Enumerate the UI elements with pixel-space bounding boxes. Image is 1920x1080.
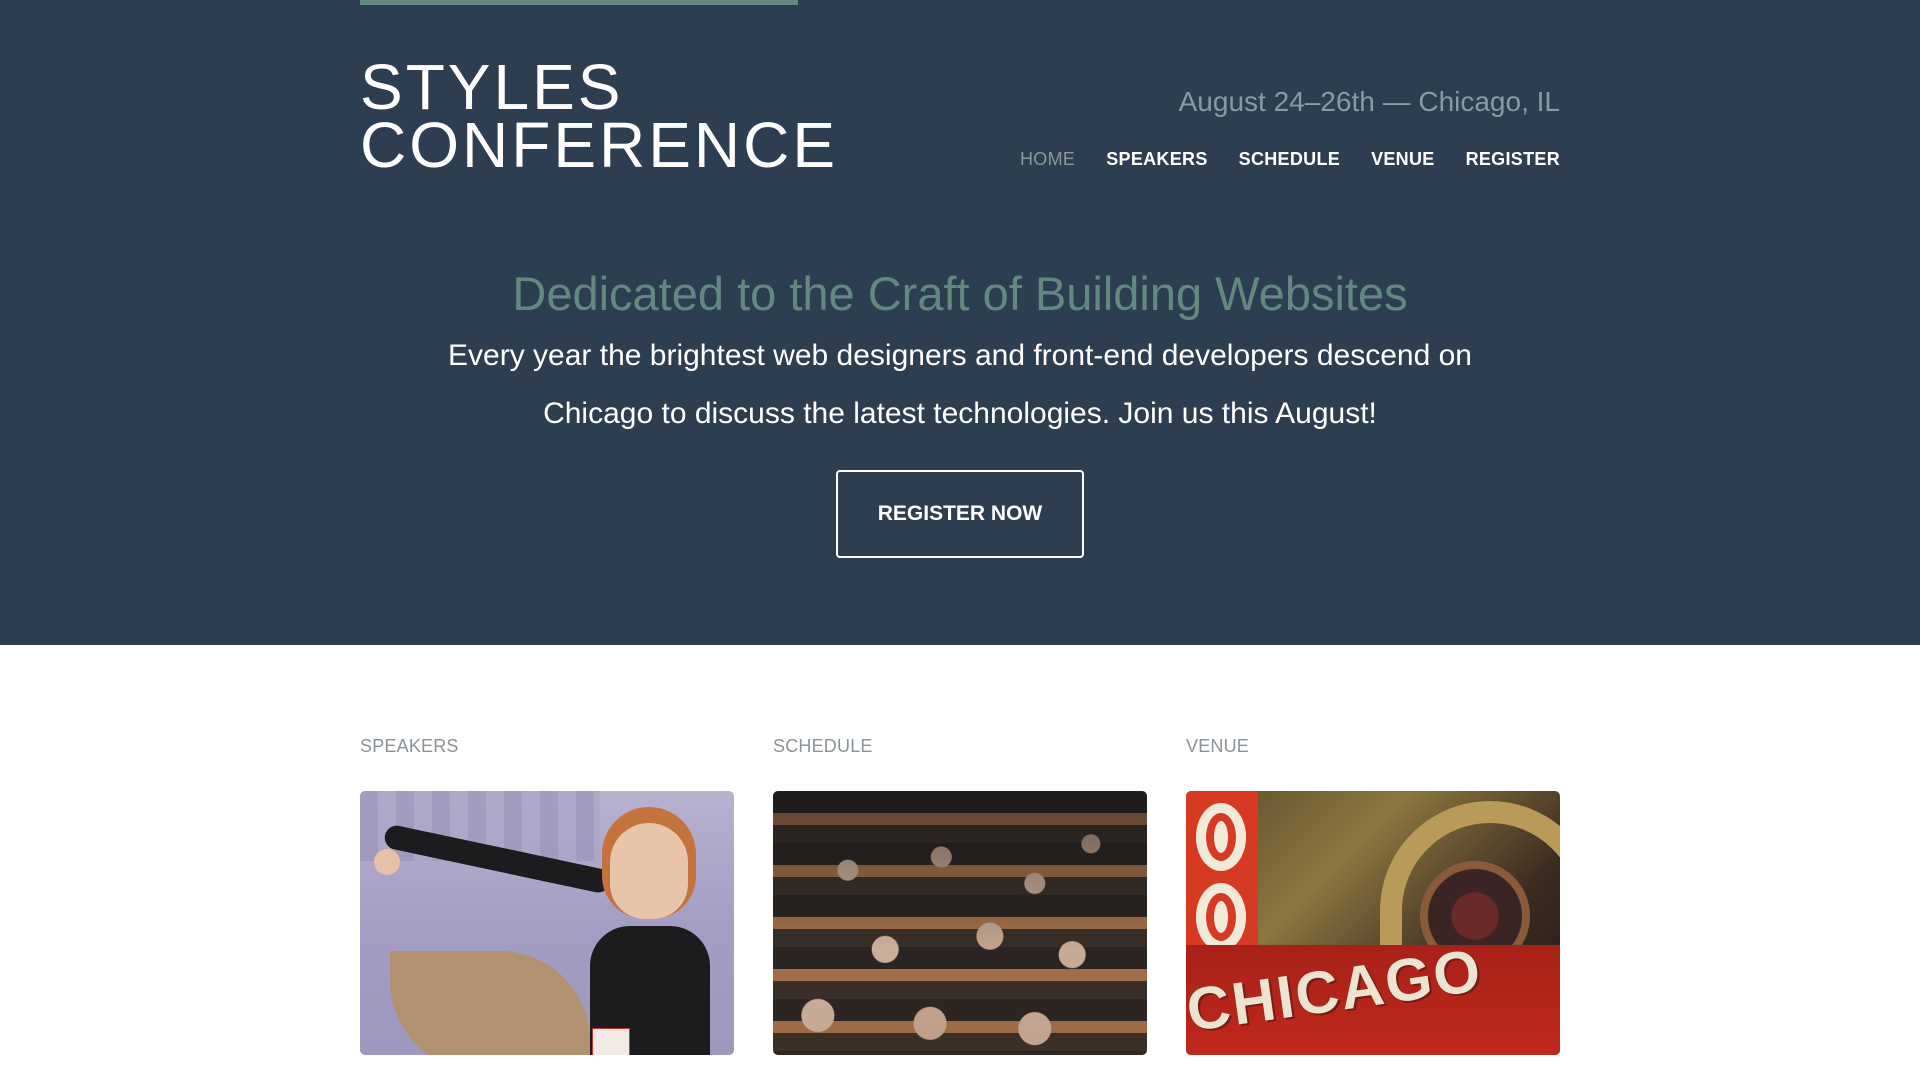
primary-nav: HOME SPEAKERS SCHEDULE VENUE REGISTER	[1020, 149, 1560, 170]
audience-tint	[773, 791, 1147, 1055]
logo-line-1: STYLES	[360, 51, 624, 123]
event-date-location: August 24–26th — Chicago, IL	[1178, 86, 1560, 117]
sign-letter-o	[1196, 883, 1246, 951]
teaser-venue[interactable]: VENUE CHICAGO	[1186, 736, 1560, 1055]
speaker-hand	[374, 849, 400, 875]
nav-item-speakers[interactable]: SPEAKERS	[1106, 149, 1207, 170]
teaser-label-speakers: SPEAKERS	[360, 736, 459, 756]
hero-section: STYLES CONFERENCE August 24–26th — Chica…	[0, 0, 1920, 645]
speaker-shadow	[390, 951, 590, 1055]
venue-image[interactable]: CHICAGO	[1186, 791, 1560, 1055]
teaser-label-schedule: SCHEDULE	[773, 736, 873, 756]
nav-item-schedule[interactable]: SCHEDULE	[1239, 149, 1340, 170]
venue-marquee: CHICAGO	[1186, 936, 1560, 1055]
speakers-image[interactable]	[360, 791, 734, 1055]
schedule-image[interactable]	[773, 791, 1147, 1055]
nav-item-venue[interactable]: VENUE	[1371, 149, 1435, 170]
teaser-schedule[interactable]: SCHEDULE	[773, 736, 1147, 1055]
logo-line-2: CONFERENCE	[360, 109, 839, 181]
speaker-badge	[592, 1028, 630, 1055]
speaker-head	[610, 823, 688, 919]
nav-item-register[interactable]: REGISTER	[1466, 149, 1560, 170]
site-logo[interactable]: STYLES CONFERENCE	[360, 51, 839, 181]
hero-title: Dedicated to the Craft of Building Websi…	[512, 267, 1408, 320]
teaser-section: SPEAKERS SCHEDULE VENUE CHICAGO	[360, 736, 1560, 1055]
nav-item-home[interactable]: HOME	[1020, 149, 1075, 170]
teaser-label-venue: VENUE	[1186, 736, 1250, 756]
teaser-speakers[interactable]: SPEAKERS	[360, 736, 734, 1055]
register-now-button[interactable]: REGISTER NOW	[836, 470, 1084, 558]
top-accent-bar	[360, 0, 798, 5]
marquee-sign-text: CHICAGO	[1186, 936, 1487, 1045]
sign-letter-c	[1196, 803, 1246, 871]
hero-lead-text: Every year the brightest web designers a…	[448, 339, 1472, 430]
